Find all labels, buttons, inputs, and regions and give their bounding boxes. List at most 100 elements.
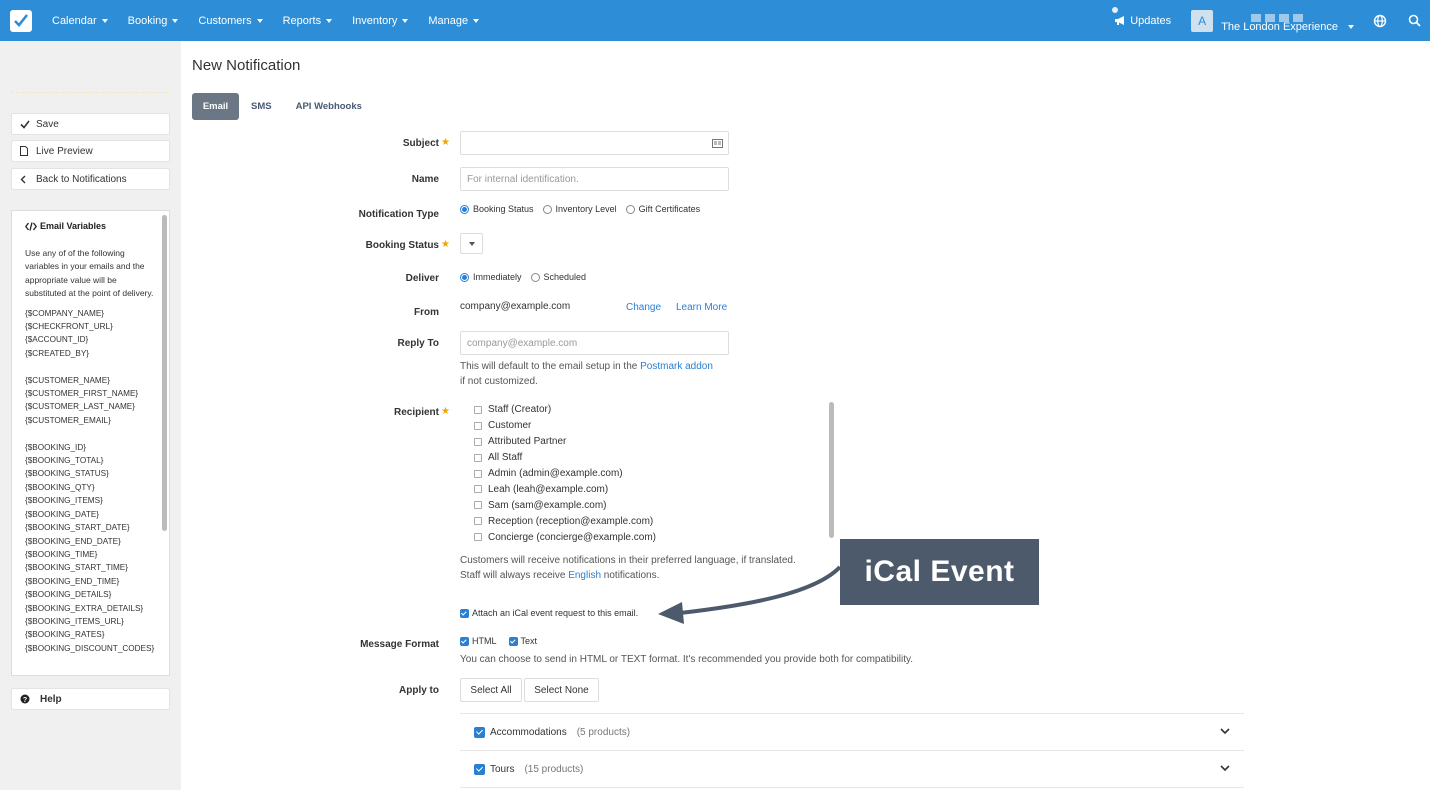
checkbox-unchecked bbox=[474, 533, 482, 542]
format-text-checkbox[interactable]: Text bbox=[508, 636, 538, 646]
radio-unselected bbox=[542, 204, 552, 214]
variable-item: {$CUSTOMER_FIRST_NAME} bbox=[25, 389, 139, 399]
svg-text:?: ? bbox=[23, 697, 27, 704]
category-accommodations[interactable]: Accommodations (5 products) bbox=[474, 722, 1236, 742]
search-icon[interactable] bbox=[1406, 13, 1422, 29]
checkbox-checked bbox=[460, 608, 469, 618]
nav-customers[interactable]: Customers bbox=[198, 14, 263, 27]
recipient-label-text: Reception (reception@example.com) bbox=[488, 515, 654, 527]
subject-input[interactable] bbox=[460, 131, 729, 155]
recipient-checkbox[interactable]: Staff (Creator) bbox=[474, 402, 656, 418]
checkbox-unchecked bbox=[474, 501, 482, 510]
updates-button[interactable]: Updates bbox=[1112, 6, 1171, 27]
english-link[interactable]: English bbox=[568, 570, 601, 581]
recipient-checkbox[interactable]: Concierge (concierge@example.com) bbox=[474, 529, 656, 545]
variables-scrollbar[interactable] bbox=[162, 215, 167, 531]
globe-icon[interactable] bbox=[1372, 13, 1388, 29]
learn-more-link[interactable]: Learn More bbox=[676, 302, 727, 313]
select-all-button[interactable]: Select All bbox=[460, 678, 522, 702]
variable-item: {$BOOKING_TIME} bbox=[25, 549, 98, 559]
type-gift-certificates[interactable]: Gift Certificates bbox=[625, 204, 701, 214]
nav-customers-label: Customers bbox=[198, 14, 252, 27]
type-inventory-level-label: Inventory Level bbox=[555, 204, 617, 214]
recipient-label-text: Admin (admin@example.com) bbox=[488, 468, 623, 479]
sidebar-placeholder bbox=[11, 63, 169, 93]
recipient-checkbox[interactable]: Leah (leah@example.com) bbox=[474, 481, 656, 497]
checkfront-logo-icon[interactable] bbox=[10, 9, 32, 32]
chevron-down-icon bbox=[402, 18, 409, 23]
category-name: Accommodations bbox=[490, 726, 567, 738]
checkbox-unchecked bbox=[474, 421, 482, 430]
checkbox-unchecked bbox=[474, 405, 482, 414]
checkbox-unchecked bbox=[474, 485, 482, 494]
checkbox-checked bbox=[460, 636, 469, 646]
top-nav: Calendar Booking Customers Reports Inven… bbox=[0, 0, 1430, 41]
nav-reports[interactable]: Reports bbox=[283, 15, 333, 27]
category-tours[interactable]: Tours (15 products) bbox=[474, 759, 1236, 779]
name-input[interactable] bbox=[460, 167, 729, 191]
nav-manage[interactable]: Manage bbox=[428, 15, 480, 27]
type-inventory-level[interactable]: Inventory Level bbox=[542, 204, 617, 214]
deliver-immediately-label: Immediately bbox=[473, 272, 522, 282]
select-none-button[interactable]: Select None bbox=[524, 678, 599, 702]
radio-unselected bbox=[530, 272, 540, 282]
recipient-checkbox[interactable]: Attributed Partner bbox=[474, 434, 656, 450]
account-menu[interactable]: The London Experience bbox=[1221, 9, 1354, 33]
recipient-label-text: Concierge (concierge@example.com) bbox=[488, 531, 656, 543]
help-button[interactable]: ? Help bbox=[11, 688, 170, 710]
variable-item: {$BOOKING_STATUS} bbox=[25, 469, 109, 479]
variable-picker-icon[interactable] bbox=[712, 139, 723, 151]
reply-to-input[interactable] bbox=[460, 331, 729, 355]
live-preview-label: Live Preview bbox=[36, 145, 93, 157]
chevron-down-icon bbox=[468, 241, 475, 246]
avatar[interactable]: A bbox=[1191, 9, 1214, 32]
apply-to-label: Apply to bbox=[399, 685, 439, 696]
format-text-label: Text bbox=[520, 636, 538, 646]
checkbox-checked bbox=[474, 763, 485, 775]
nav-booking-label: Booking bbox=[127, 14, 168, 27]
nav-calendar[interactable]: Calendar bbox=[52, 15, 108, 27]
format-html-checkbox[interactable]: HTML bbox=[460, 636, 497, 646]
ical-attach-checkbox[interactable]: Attach an iCal event request to this ema… bbox=[460, 608, 638, 618]
required-star-icon: ★ bbox=[441, 239, 450, 250]
reply-to-help-line1: This will default to the email setup in … bbox=[460, 361, 713, 372]
megaphone-icon bbox=[1115, 16, 1125, 25]
required-star-icon: ★ bbox=[441, 406, 450, 417]
live-preview-button[interactable]: Live Preview bbox=[11, 140, 170, 162]
variable-group-gap bbox=[25, 360, 157, 373]
tab-api-webhooks[interactable]: API Webhooks bbox=[284, 93, 374, 120]
variable-item: {$BOOKING_ITEMS_URL} bbox=[25, 616, 124, 626]
postmark-addon-link[interactable]: Postmark addon bbox=[640, 361, 713, 372]
chevron-down-icon[interactable] bbox=[1220, 764, 1230, 775]
back-to-notifications-button[interactable]: Back to Notifications bbox=[11, 168, 170, 190]
recipient-checkbox[interactable]: Customer bbox=[474, 418, 656, 434]
deliver-scheduled[interactable]: Scheduled bbox=[530, 272, 586, 282]
recipient-checkbox[interactable]: Sam (sam@example.com) bbox=[474, 497, 656, 513]
deliver-immediately[interactable]: Immediately bbox=[460, 272, 522, 282]
tab-sms[interactable]: SMS bbox=[239, 93, 284, 120]
checkbox-checked bbox=[474, 726, 485, 738]
type-gift-certificates-label: Gift Certificates bbox=[638, 204, 701, 214]
chevron-down-icon bbox=[1348, 24, 1354, 29]
email-variables-panel[interactable]: Email Variables Use any of of the follow… bbox=[11, 210, 170, 676]
save-button[interactable]: Save bbox=[11, 113, 170, 135]
tab-email[interactable]: Email bbox=[192, 93, 239, 120]
from-label: From bbox=[414, 307, 439, 318]
recipient-scrollbar[interactable] bbox=[829, 402, 834, 538]
recipient-checkbox[interactable]: All Staff bbox=[474, 450, 656, 466]
divider bbox=[460, 750, 1244, 751]
recipient-checkbox[interactable]: Admin (admin@example.com) bbox=[474, 466, 656, 482]
nav-inventory[interactable]: Inventory bbox=[352, 15, 409, 27]
recipient-label-text: Leah (leah@example.com) bbox=[488, 483, 609, 495]
avatar-letter: A bbox=[1198, 13, 1207, 28]
chevron-down-icon[interactable] bbox=[1220, 727, 1230, 738]
recipient-label-text: Sam (sam@example.com) bbox=[488, 499, 607, 511]
nav-booking[interactable]: Booking bbox=[128, 15, 179, 27]
type-booking-status[interactable]: Booking Status bbox=[460, 204, 534, 214]
variable-item: {$BOOKING_START_DATE} bbox=[25, 523, 130, 533]
change-link[interactable]: Change bbox=[626, 302, 661, 313]
sidebar: Save Live Preview Back to Notifications … bbox=[0, 41, 181, 790]
booking-status-select[interactable] bbox=[460, 233, 483, 254]
recipient-checkbox[interactable]: Reception (reception@example.com) bbox=[474, 513, 656, 529]
deliver-label: Deliver bbox=[405, 273, 439, 284]
